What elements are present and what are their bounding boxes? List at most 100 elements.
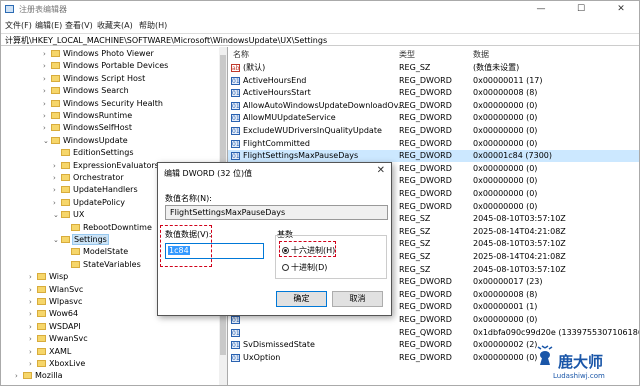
value-type: REG_SZ bbox=[399, 63, 431, 72]
value-row[interactable]: 01 SvDismissedState REG_DWORD 0x00000002 (2… bbox=[228, 339, 639, 351]
value-data: (数值未设置) bbox=[473, 63, 520, 72]
watermark-url: Ludashiwj.com bbox=[553, 372, 605, 380]
tree-item[interactable]: › WindowsRuntime bbox=[43, 110, 132, 122]
expander-icon[interactable]: › bbox=[43, 85, 51, 97]
tree-item[interactable]: › Wlpasvc bbox=[29, 296, 82, 308]
tree-item-label: WindowsSelfHost bbox=[63, 123, 132, 133]
address-bar[interactable]: 计算机\HKEY_LOCAL_MACHINE\SOFTWARE\Microsof… bbox=[1, 33, 639, 46]
dec-radio[interactable]: 十进制(D) bbox=[282, 263, 327, 273]
value-type: REG_DWORD bbox=[399, 315, 452, 324]
tree-item-label: Settings bbox=[72, 234, 109, 245]
menu-edit[interactable]: 编辑(E) bbox=[35, 20, 62, 31]
value-type: REG_DWORD bbox=[399, 75, 452, 85]
expander-icon[interactable]: › bbox=[29, 346, 37, 358]
binary-value-icon: 01 bbox=[231, 114, 240, 123]
menu-favorites[interactable]: 收藏夹(A) bbox=[97, 20, 133, 31]
tree-item[interactable]: › Wow64 bbox=[29, 308, 78, 320]
column-header-type[interactable]: 类型 bbox=[399, 49, 415, 60]
tree-item[interactable]: › Windows Photo Viewer bbox=[43, 48, 154, 60]
value-row[interactable]: 01 ActiveHoursEnd REG_DWORD 0x00000011 (17) bbox=[228, 75, 639, 87]
folder-icon bbox=[61, 149, 70, 157]
tree-item[interactable]: › UpdatePolicy bbox=[53, 197, 125, 209]
expander-icon[interactable]: › bbox=[29, 321, 37, 333]
value-data-highlight bbox=[160, 225, 212, 267]
expander-icon[interactable]: › bbox=[43, 73, 51, 85]
column-header-data[interactable]: 数据 bbox=[473, 49, 489, 60]
expander-icon[interactable]: ⌄ bbox=[43, 135, 51, 147]
tree-item[interactable]: › Windows Security Health bbox=[43, 98, 163, 110]
tree-item[interactable]: › Windows Search bbox=[43, 85, 129, 97]
tree-item[interactable]: › WlanSvc bbox=[29, 284, 83, 296]
menu-help[interactable]: 帮助(H) bbox=[139, 20, 167, 31]
value-data: 0x00000008 (8) bbox=[473, 289, 538, 299]
value-row[interactable]: ab (默认) REG_SZ (数值未设置) bbox=[228, 62, 639, 74]
tree-item-label: Orchestrator bbox=[73, 173, 124, 182]
value-row[interactable]: 01 AllowMUUpdateService REG_DWORD 0x0000000… bbox=[228, 112, 639, 124]
expander-icon[interactable]: › bbox=[53, 184, 61, 196]
hex-radio-highlight bbox=[279, 241, 336, 257]
expander-icon[interactable]: › bbox=[43, 122, 51, 134]
expander-icon[interactable]: › bbox=[53, 197, 61, 209]
value-row[interactable]: 01 AllowAutoWindowsUpdateDownloadOv... REG… bbox=[228, 100, 639, 112]
tree-item[interactable]: › Windows Portable Devices bbox=[43, 60, 168, 72]
expander-icon[interactable]: › bbox=[29, 284, 37, 296]
tree-item[interactable]: › Mozilla bbox=[15, 370, 63, 382]
tree-item[interactable]: › WwanSvc bbox=[29, 333, 88, 345]
expander-icon[interactable]: › bbox=[29, 358, 37, 370]
tree-item-label: WlanSvc bbox=[49, 284, 84, 294]
expander-icon[interactable]: › bbox=[43, 60, 51, 72]
cancel-button[interactable]: 取消 bbox=[332, 291, 383, 307]
expander-icon[interactable]: › bbox=[29, 308, 37, 320]
tree-item[interactable]: ⌄ WindowsUpdate bbox=[43, 135, 128, 147]
tree-item[interactable]: › XAML bbox=[29, 346, 71, 358]
tree-item[interactable]: › WSDAPI bbox=[29, 321, 81, 333]
tree-item[interactable]: › WindowsSelfHost bbox=[43, 122, 132, 134]
expander-icon[interactable]: › bbox=[15, 370, 23, 382]
tree-item[interactable]: ⌄ Settings bbox=[53, 234, 109, 246]
tree-item[interactable]: ModelState bbox=[63, 246, 128, 258]
ok-button[interactable]: 确定 bbox=[276, 291, 327, 307]
tree-item[interactable]: › ExpressionEvaluators bbox=[53, 160, 159, 172]
expander-icon[interactable]: › bbox=[43, 98, 51, 110]
expander-icon[interactable]: › bbox=[53, 160, 61, 172]
expander-icon[interactable]: › bbox=[43, 110, 51, 122]
value-row[interactable]: 01 REG_QWORD 0x1dbfa090c99d20e (1339755307… bbox=[228, 327, 639, 339]
value-name: (默认) bbox=[243, 63, 266, 72]
tree-item-label: Windows Security Health bbox=[63, 98, 163, 108]
dialog-close-icon[interactable]: ✕ bbox=[377, 165, 385, 176]
column-header-name[interactable]: 名称 bbox=[233, 49, 249, 60]
value-row[interactable]: 01 ExcludeWUDriversInQualityUpdate REG_DWO… bbox=[228, 125, 639, 137]
tree-item[interactable]: StateVariables bbox=[63, 259, 141, 271]
tree-item[interactable]: › Orchestrator bbox=[53, 172, 124, 184]
value-name: AllowAutoWindowsUpdateDownloadOv... bbox=[243, 100, 406, 110]
value-type: REG_SZ bbox=[399, 226, 431, 236]
value-name: AllowMUUpdateService bbox=[243, 113, 336, 123]
expander-icon[interactable]: › bbox=[53, 172, 61, 184]
minimize-button[interactable]: — bbox=[521, 1, 561, 17]
value-row[interactable]: 01 FlightCommitted REG_DWORD 0x00000000 (0) bbox=[228, 138, 639, 150]
tree-item[interactable]: RebootDowntime bbox=[63, 222, 152, 234]
close-button[interactable]: ✕ bbox=[601, 1, 639, 17]
maximize-button[interactable]: ☐ bbox=[561, 1, 601, 17]
tree-item[interactable]: › XboxLive bbox=[29, 358, 85, 370]
tree-item[interactable]: ⌄ UX bbox=[53, 209, 84, 221]
menu-view[interactable]: 查看(V) bbox=[65, 20, 93, 31]
deer-logo-icon bbox=[534, 345, 556, 367]
value-data: 0x00000000 (0) bbox=[473, 315, 538, 324]
menu-file[interactable]: 文件(F) bbox=[5, 20, 32, 31]
value-row[interactable]: 01 FlightSettingsMaxPauseDays REG_DWORD 0x0… bbox=[228, 150, 639, 163]
tree-item[interactable]: EditionSettings bbox=[53, 147, 134, 159]
tree-item[interactable]: › UpdateHandlers bbox=[53, 184, 138, 196]
expander-icon[interactable]: › bbox=[29, 333, 37, 345]
tree-item[interactable]: › Wisp bbox=[29, 271, 68, 283]
value-row[interactable]: 01 ActiveHoursStart REG_DWORD 0x00000008 (8… bbox=[228, 87, 639, 99]
expander-icon[interactable]: › bbox=[29, 296, 37, 308]
expander-icon[interactable]: ⌄ bbox=[53, 234, 61, 246]
expander-icon[interactable]: › bbox=[29, 271, 37, 283]
tree-item-label: UX bbox=[73, 210, 85, 220]
expander-icon[interactable]: ⌄ bbox=[53, 209, 61, 221]
binary-value-icon: 01 bbox=[231, 76, 240, 85]
expander-icon[interactable]: › bbox=[43, 48, 51, 60]
value-data: 0x00000000 (0) bbox=[473, 189, 538, 198]
tree-item[interactable]: › Windows Script Host bbox=[43, 73, 145, 85]
